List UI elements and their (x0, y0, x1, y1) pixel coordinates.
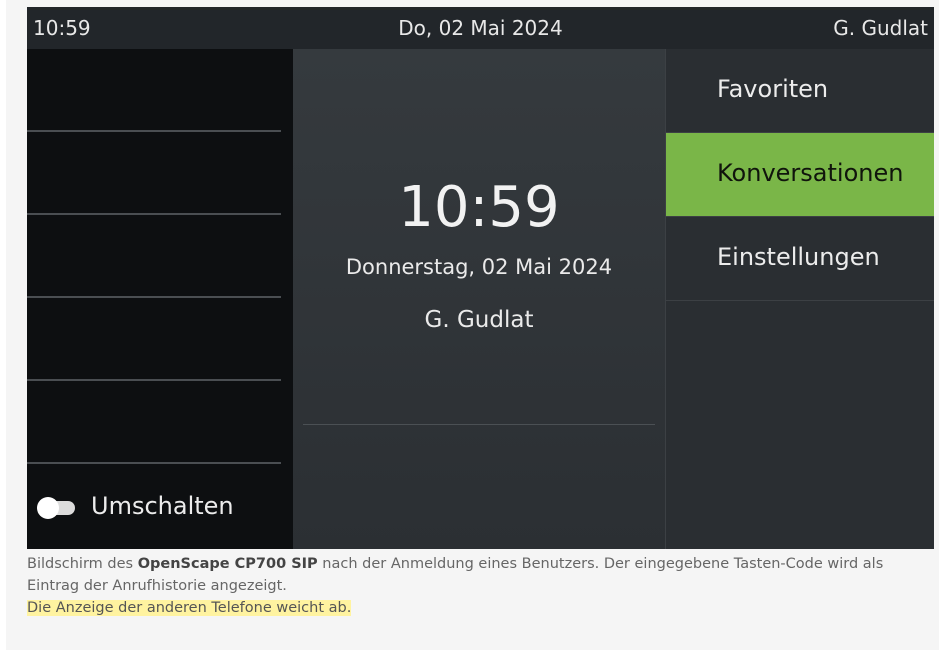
page-frame: 10:59 Do, 02 Mai 2024 G. Gudlat Umschalt… (6, 0, 939, 650)
menu-item-favoriten[interactable]: Favoriten (666, 49, 934, 133)
line-key-1[interactable] (27, 49, 281, 132)
status-bar: 10:59 Do, 02 Mai 2024 G. Gudlat (27, 7, 934, 49)
line-key-2[interactable] (27, 132, 281, 215)
status-date: Do, 02 Mai 2024 (398, 16, 563, 40)
toggle-label: Umschalten (91, 492, 234, 520)
line-key-3[interactable] (27, 215, 281, 298)
line-key-5[interactable] (27, 381, 281, 464)
toggle-button[interactable]: Umschalten (37, 490, 279, 526)
menu-item-einstellungen[interactable]: Einstellungen (666, 217, 934, 301)
caption-prefix: Bildschirm des (27, 556, 138, 572)
menu-item-label: Favoriten (717, 75, 829, 103)
clock-time: 10:59 (398, 175, 560, 240)
line-key-4[interactable] (27, 298, 281, 381)
caption-highlight: Die Anzeige der anderen Telefone weicht … (27, 600, 352, 616)
menu-item-label: Einstellungen (717, 243, 880, 271)
line-keys-panel: Umschalten (27, 49, 293, 549)
clock-date: Donnerstag, 02 Mai 2024 (345, 255, 613, 279)
image-caption: Bildschirm des OpenScape CP700 SIP nach … (27, 553, 927, 619)
toggle-switch-icon (37, 497, 75, 519)
menu-item-konversationen[interactable]: Konversationen (666, 133, 934, 217)
idle-clock-panel: 10:59 Donnerstag, 02 Mai 2024 G. Gudlat (293, 49, 665, 549)
logged-in-user: G. Gudlat (424, 307, 534, 333)
divider (303, 424, 655, 425)
status-user: G. Gudlat (833, 16, 928, 40)
phone-screen: 10:59 Do, 02 Mai 2024 G. Gudlat Umschalt… (27, 7, 934, 549)
main-menu: Favoriten Konversationen Einstellungen (665, 49, 934, 549)
caption-product-name: OpenScape CP700 SIP (137, 556, 318, 572)
menu-item-label: Konversationen (717, 159, 904, 187)
